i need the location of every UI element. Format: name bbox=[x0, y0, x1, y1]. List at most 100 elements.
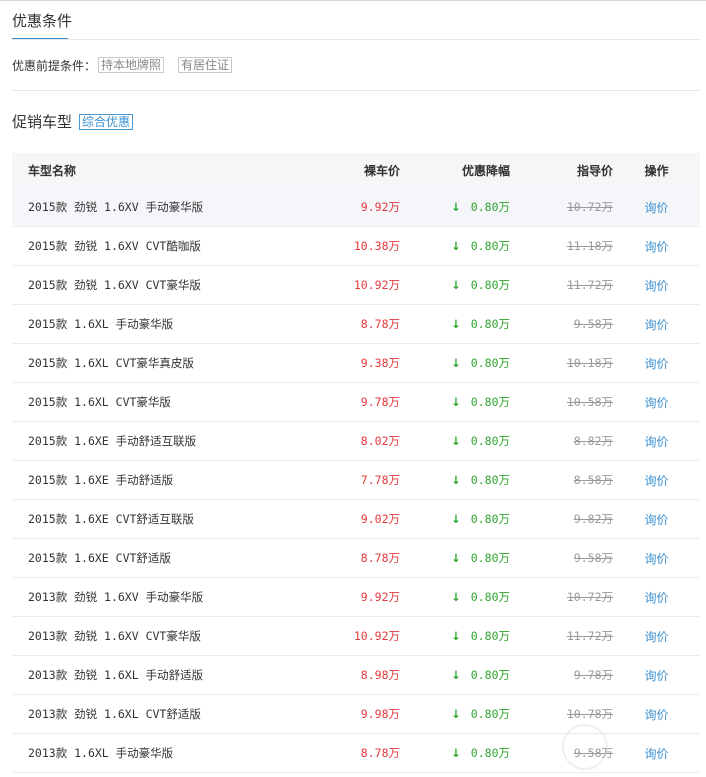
bare-price: 10.92万 bbox=[353, 278, 400, 292]
model-name: 2015款 劲锐 1.6XV CVT豪华版 bbox=[28, 278, 201, 292]
action-cell: 询价 bbox=[613, 238, 700, 255]
bare-price: 10.92万 bbox=[353, 629, 400, 643]
down-arrow-icon: ↓ bbox=[451, 395, 461, 409]
table-row: 2015款 1.6XE CVT舒适版 8.78万 ↓ 0.80万 9.58万 询价 bbox=[12, 539, 700, 578]
table-row: 2015款 劲锐 1.6XV 手动豪华版 9.92万 ↓ 0.80万 10.72万 询价 bbox=[12, 188, 700, 227]
model-name: 2013款 劲锐 1.6XV CVT豪华版 bbox=[28, 629, 201, 643]
divider bbox=[12, 90, 700, 91]
down-arrow-icon: ↓ bbox=[451, 473, 461, 487]
discount-cell: ↓ 0.80万 bbox=[400, 745, 510, 761]
down-arrow-icon: ↓ bbox=[451, 434, 461, 448]
guide-price: 10.78万 bbox=[566, 707, 613, 721]
inquire-link[interactable]: 询价 bbox=[644, 435, 668, 449]
header-action: 操作 bbox=[644, 164, 669, 178]
inquire-link[interactable]: 询价 bbox=[644, 630, 668, 644]
action-cell: 询价 bbox=[613, 316, 700, 333]
discount-cell: ↓ 0.80万 bbox=[400, 355, 510, 371]
inquire-link[interactable]: 询价 bbox=[644, 279, 668, 293]
bare-price: 10.38万 bbox=[353, 239, 400, 253]
prereq-label: 优惠前提条件： bbox=[12, 58, 97, 73]
inquire-link[interactable]: 询价 bbox=[644, 669, 668, 683]
discount-cell: ↓ 0.80万 bbox=[400, 394, 510, 410]
model-name: 2015款 1.6XE CVT舒适互联版 bbox=[28, 512, 194, 526]
header-discount: 优惠降幅 bbox=[461, 164, 510, 178]
discount-value: 0.80万 bbox=[470, 434, 510, 448]
discount-cell: ↓ 0.80万 bbox=[400, 550, 510, 566]
action-cell: 询价 bbox=[613, 589, 700, 606]
inquire-link[interactable]: 询价 bbox=[644, 474, 668, 488]
bare-price: 9.38万 bbox=[360, 356, 400, 370]
discount-value: 0.80万 bbox=[470, 356, 510, 370]
table-row: 2015款 1.6XL 手动豪华版 8.78万 ↓ 0.80万 9.58万 询价 bbox=[12, 305, 700, 344]
guide-price: 10.58万 bbox=[566, 395, 613, 409]
model-name: 2015款 1.6XL CVT豪华真皮版 bbox=[28, 356, 194, 370]
discount-cell: ↓ 0.80万 bbox=[400, 667, 510, 683]
action-cell: 询价 bbox=[613, 667, 700, 684]
model-name: 2015款 1.6XL CVT豪华版 bbox=[28, 395, 171, 409]
inquire-link[interactable]: 询价 bbox=[644, 708, 668, 722]
table-row: 2015款 劲锐 1.6XV CVT豪华版 10.92万 ↓ 0.80万 11.72万 询… bbox=[12, 266, 700, 305]
top-border bbox=[0, 0, 706, 1]
inquire-link[interactable]: 询价 bbox=[644, 201, 668, 215]
watermark-logo bbox=[562, 724, 608, 770]
inquire-link[interactable]: 询价 bbox=[644, 357, 668, 371]
promo-table: 车型名称 裸车价 优惠降幅 指导价 操作 2015款 劲锐 1.6XV 手动豪华… bbox=[12, 153, 700, 773]
down-arrow-icon: ↓ bbox=[451, 200, 461, 214]
bare-price: 8.78万 bbox=[360, 551, 400, 565]
bare-price: 7.78万 bbox=[360, 473, 400, 487]
guide-price: 9.78万 bbox=[573, 668, 613, 682]
inquire-link[interactable]: 询价 bbox=[644, 240, 668, 254]
discount-cell: ↓ 0.80万 bbox=[400, 199, 510, 215]
header-bare-price: 裸车价 bbox=[363, 164, 400, 178]
model-name: 2013款 劲锐 1.6XL 手动舒适版 bbox=[28, 668, 204, 682]
action-cell: 询价 bbox=[613, 472, 700, 489]
action-cell: 询价 bbox=[613, 433, 700, 450]
down-arrow-icon: ↓ bbox=[451, 551, 461, 565]
table-row: 2015款 1.6XL CVT豪华版 9.78万 ↓ 0.80万 10.58万 询价 bbox=[12, 383, 700, 422]
header-name: 车型名称 bbox=[28, 164, 77, 178]
model-name: 2015款 1.6XE 手动舒适版 bbox=[28, 473, 174, 487]
action-cell: 询价 bbox=[613, 394, 700, 411]
model-name: 2015款 劲锐 1.6XV 手动豪华版 bbox=[28, 200, 204, 214]
bare-price: 9.92万 bbox=[360, 200, 400, 214]
guide-price: 8.58万 bbox=[573, 473, 613, 487]
conditions-row: 优惠前提条件： 持本地牌照 有居住证 bbox=[12, 56, 246, 74]
table-row: 2015款 1.6XE 手动舒适互联版 8.02万 ↓ 0.80万 8.82万 询价 bbox=[12, 422, 700, 461]
inquire-link[interactable]: 询价 bbox=[644, 591, 668, 605]
inquire-link[interactable]: 询价 bbox=[644, 318, 668, 332]
bare-price: 8.02万 bbox=[360, 434, 400, 448]
table-row: 2013款 劲锐 1.6XL 手动舒适版 8.98万 ↓ 0.80万 9.78万 询价 bbox=[12, 656, 700, 695]
discount-value: 0.80万 bbox=[470, 707, 510, 721]
down-arrow-icon: ↓ bbox=[451, 356, 461, 370]
action-cell: 询价 bbox=[613, 199, 700, 216]
inquire-link[interactable]: 询价 bbox=[644, 552, 668, 566]
discount-cell: ↓ 0.80万 bbox=[400, 472, 510, 488]
bare-price: 9.02万 bbox=[360, 512, 400, 526]
discount-value: 0.80万 bbox=[470, 551, 510, 565]
action-cell: 询价 bbox=[613, 706, 700, 723]
inquire-link[interactable]: 询价 bbox=[644, 747, 668, 761]
bare-price: 9.98万 bbox=[360, 707, 400, 721]
promo-tag-combined-discount[interactable]: 综合优惠 bbox=[79, 114, 134, 130]
discount-value: 0.80万 bbox=[470, 473, 510, 487]
down-arrow-icon: ↓ bbox=[451, 707, 461, 721]
guide-price: 10.18万 bbox=[566, 356, 613, 370]
inquire-link[interactable]: 询价 bbox=[644, 513, 668, 527]
bare-price: 8.78万 bbox=[360, 746, 400, 760]
header-guide-price: 指导价 bbox=[576, 164, 613, 178]
table-body: 2015款 劲锐 1.6XV 手动豪华版 9.92万 ↓ 0.80万 10.72万 询价 2… bbox=[12, 188, 700, 773]
bare-price: 8.78万 bbox=[360, 317, 400, 331]
inquire-link[interactable]: 询价 bbox=[644, 396, 668, 410]
discount-value: 0.80万 bbox=[470, 317, 510, 331]
model-name: 2015款 1.6XL 手动豪华版 bbox=[28, 317, 174, 331]
action-cell: 询价 bbox=[613, 745, 700, 762]
discount-value: 0.80万 bbox=[470, 668, 510, 682]
table-header: 车型名称 裸车价 优惠降幅 指导价 操作 bbox=[12, 153, 700, 188]
discount-cell: ↓ 0.80万 bbox=[400, 511, 510, 527]
model-name: 2015款 劲锐 1.6XV CVT酷咖版 bbox=[28, 239, 201, 253]
divider bbox=[12, 39, 700, 40]
model-name: 2015款 1.6XE 手动舒适互联版 bbox=[28, 434, 197, 448]
guide-price: 8.82万 bbox=[573, 434, 613, 448]
discount-value: 0.80万 bbox=[470, 278, 510, 292]
discount-value: 0.80万 bbox=[470, 746, 510, 760]
